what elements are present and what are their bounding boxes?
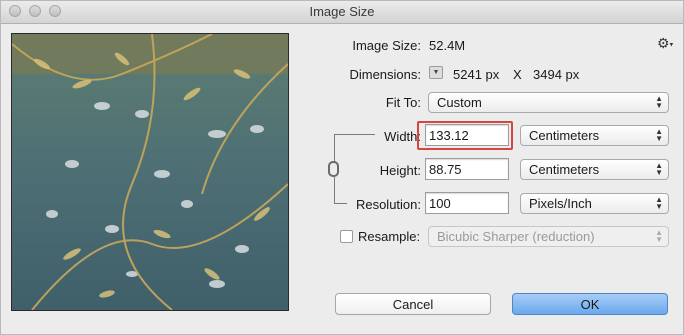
preview-photo [12,34,288,310]
width-unit-select[interactable]: Centimeters ▲ ▼ [520,125,669,146]
width-label: Width: [384,129,421,144]
dimensions-width: 5241 px [453,67,500,82]
select-arrows-icon: ▲ ▼ [655,195,663,211]
resample-checkbox[interactable] [340,230,353,243]
ok-button[interactable]: OK [512,293,668,315]
height-unit-value: Centimeters [529,162,600,177]
image-preview[interactable] [11,33,289,311]
fit-to-value: Custom [437,95,482,110]
resolution-unit-select[interactable]: Pixels/Inch ▲ ▼ [520,193,669,214]
select-arrows-icon: ▲ ▼ [655,127,663,143]
height-input[interactable]: 88.75 [425,158,509,180]
window-title: Image Size [309,4,375,19]
settings-gear-icon[interactable]: ⚙▾ [657,35,673,52]
width-highlight-box [417,121,513,150]
title-bar: Image Size [1,1,683,24]
resample-method-value: Bicubic Sharper (reduction) [437,229,595,244]
height-unit-select[interactable]: Centimeters ▲ ▼ [520,159,669,180]
chevron-down-icon[interactable]: ▼ [429,66,443,79]
select-arrows-icon: ▲ ▼ [655,228,663,244]
dimensions-label: Dimensions: [349,67,421,82]
resolution-label: Resolution: [355,197,421,212]
resample-label: Resample: [358,229,421,244]
image-size-label: Image Size: [352,38,421,53]
image-size-value: 52.4M [429,38,466,53]
select-arrows-icon: ▲ ▼ [655,94,663,110]
resolution-input[interactable]: 100 [425,192,509,214]
image-size-dialog: Image Size Image Size: 52.4M ⚙▾ Dimensio… [0,0,684,335]
cancel-button[interactable]: Cancel [335,293,491,315]
width-unit-value: Centimeters [529,128,600,143]
resolution-unit-value: Pixels/Inch [529,196,592,211]
fit-to-select[interactable]: Custom ▲ ▼ [428,92,669,113]
dimensions-separator: X [513,67,522,82]
height-label: Height: [379,163,421,178]
dimensions-height: 3494 px [533,67,580,82]
fit-to-label: Fit To: [385,95,421,110]
resample-method-select[interactable]: Bicubic Sharper (reduction) ▲ ▼ [428,226,669,247]
select-arrows-icon: ▲ ▼ [655,161,663,177]
